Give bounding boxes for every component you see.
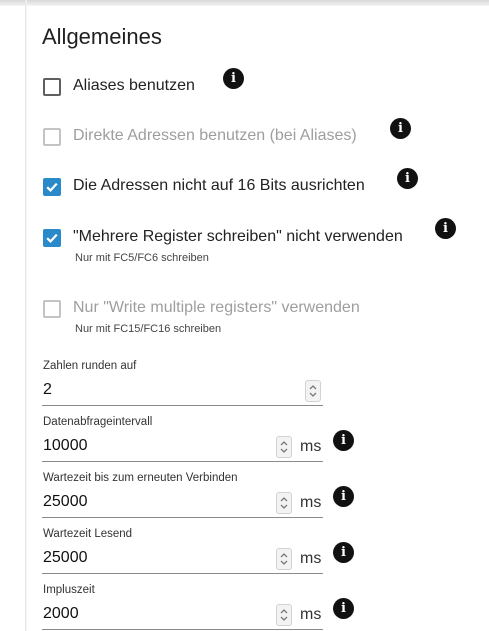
info-icon[interactable]: i xyxy=(223,68,244,89)
write-multiple-label: Nur "Write multiple registers" verwenden xyxy=(73,299,360,316)
pulse-time-label: Impluszeit xyxy=(43,584,95,596)
no-align-16bit-checkbox[interactable] xyxy=(43,178,61,196)
spinner-icon[interactable] xyxy=(276,436,292,458)
reconnect-timeout-label: Wartezeit bis zum erneuten Verbinden xyxy=(43,472,238,484)
round-numbers-input[interactable]: 2 xyxy=(43,381,52,399)
direct-addresses-checkbox xyxy=(43,128,61,146)
read-timeout-unit: ms xyxy=(300,550,322,567)
pulse-time-input[interactable]: 2000 xyxy=(43,605,79,623)
info-icon[interactable]: i xyxy=(397,168,418,189)
no-multiple-register-checkbox[interactable] xyxy=(43,229,61,247)
read-timeout-input[interactable]: 25000 xyxy=(43,549,88,567)
no-multiple-register-hint: Nur mit FC5/FC6 schreiben xyxy=(75,252,209,264)
reconnect-timeout-unit: ms xyxy=(300,494,322,511)
write-multiple-hint: Nur mit FC15/FC16 schreiben xyxy=(75,323,222,335)
poll-interval-unit: ms xyxy=(300,438,322,455)
round-numbers-label: Zahlen runden auf xyxy=(43,360,137,372)
spinner-icon[interactable] xyxy=(305,380,321,402)
poll-interval-underline xyxy=(42,461,323,462)
aliases-label[interactable]: Aliases benutzen xyxy=(73,77,195,95)
spinner-icon[interactable] xyxy=(276,604,292,626)
read-timeout-label: Wartezeit Lesend xyxy=(43,528,133,540)
read-timeout-underline xyxy=(42,573,323,574)
info-icon[interactable]: i xyxy=(333,430,354,451)
write-multiple-checkbox xyxy=(43,300,61,318)
direct-addresses-label: Direkte Adressen benutzen (bei Aliases) xyxy=(73,127,357,144)
spinner-icon[interactable] xyxy=(276,548,292,570)
reconnect-timeout-input[interactable]: 25000 xyxy=(43,493,88,511)
info-icon[interactable]: i xyxy=(435,218,456,239)
info-icon[interactable]: i xyxy=(390,118,411,139)
no-align-16bit-label[interactable]: Die Adressen nicht auf 16 Bits ausrichte… xyxy=(73,177,365,195)
reconnect-timeout-underline xyxy=(42,517,323,518)
pulse-time-underline xyxy=(42,629,323,630)
round-numbers-underline xyxy=(42,405,323,406)
panel-edge xyxy=(25,0,27,631)
check-icon xyxy=(46,233,58,243)
info-icon[interactable]: i xyxy=(333,542,354,563)
top-shadow xyxy=(0,0,489,6)
info-icon[interactable]: i xyxy=(333,486,354,507)
poll-interval-input[interactable]: 10000 xyxy=(43,437,88,455)
pulse-time-unit: ms xyxy=(300,606,322,623)
check-icon xyxy=(46,182,58,192)
aliases-checkbox[interactable] xyxy=(43,78,61,96)
section-title: Allgemeines xyxy=(42,24,162,49)
spinner-icon[interactable] xyxy=(276,492,292,514)
no-multiple-register-label[interactable]: "Mehrere Register schreiben" nicht verwe… xyxy=(73,228,403,246)
info-icon[interactable]: i xyxy=(333,598,354,619)
poll-interval-label: Datenabfrageintervall xyxy=(43,416,153,428)
